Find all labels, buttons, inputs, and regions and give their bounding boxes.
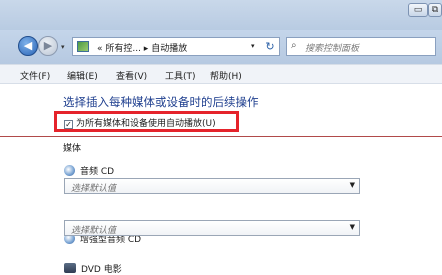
menu-file[interactable]: 文件(F): [20, 69, 50, 82]
minimize-button[interactable]: ▭: [408, 3, 428, 17]
media-label-dvd-movie: DVD 电影: [81, 265, 122, 275]
recent-pages-icon[interactable]: ▾: [61, 43, 65, 51]
main-content: 选择插入每种媒体或设备时的后续操作 ✓ 为所有媒体和设备使用自动播放(U) 媒体 …: [0, 84, 442, 275]
audio-cd-icon: [64, 165, 75, 176]
refresh-icon[interactable]: ↻: [262, 39, 278, 54]
media-label-audio-cd: 音频 CD: [80, 167, 115, 177]
control-panel-icon: [77, 41, 89, 52]
menu-edit[interactable]: 编辑(E): [67, 69, 98, 82]
address-dropdown-icon[interactable]: ▾: [251, 42, 255, 50]
search-placeholder: 搜索控制面板: [305, 44, 360, 54]
back-button[interactable]: ◀: [18, 36, 38, 56]
search-box[interactable]: ⌕ 搜索控制面板: [286, 37, 436, 56]
divider-line: [0, 136, 442, 137]
media-item-audio-cd: 音频 CD: [64, 164, 114, 177]
audio-cd-select-value: 选择默认值: [71, 184, 117, 194]
media-item-dvd-movie: DVD 电影: [64, 262, 122, 275]
highlight-box: [54, 111, 239, 132]
audio-cd-select[interactable]: 选择默认值 ▼: [64, 178, 360, 194]
page-title: 选择插入每种媒体或设备时的后续操作: [63, 95, 259, 109]
menu-bar: 文件(F) 编辑(E) 查看(V) 工具(T) 帮助(H): [0, 64, 442, 84]
forward-button[interactable]: ▶: [38, 36, 58, 56]
menu-tools[interactable]: 工具(T): [165, 69, 196, 82]
title-bar: ▭ ⧉: [0, 0, 442, 30]
enhanced-audio-cd-select-value: 选择默认值: [71, 226, 117, 236]
enhanced-audio-cd-select[interactable]: 选择默认值 ▼: [64, 220, 360, 236]
menu-view[interactable]: 查看(V): [116, 69, 147, 82]
media-section-label: 媒体: [63, 144, 82, 154]
address-bar[interactable]: « 所有控... ▸ 自动播放 ▾: [72, 37, 280, 56]
menu-help[interactable]: 帮助(H): [210, 69, 242, 82]
navigation-bar: ◀ ▶ ▾ « 所有控... ▸ 自动播放 ▾ ↻ ⌕ 搜索控制面板: [0, 30, 442, 64]
chevron-down-icon: ▼: [349, 223, 355, 231]
address-breadcrumb[interactable]: « 所有控... ▸ 自动播放: [97, 41, 187, 54]
chevron-down-icon: ▼: [349, 181, 355, 189]
search-icon: ⌕: [291, 40, 297, 51]
media-label-enhanced-audio-cd: 增强型音频 CD: [80, 235, 142, 245]
restore-button[interactable]: ⧉: [428, 3, 442, 17]
